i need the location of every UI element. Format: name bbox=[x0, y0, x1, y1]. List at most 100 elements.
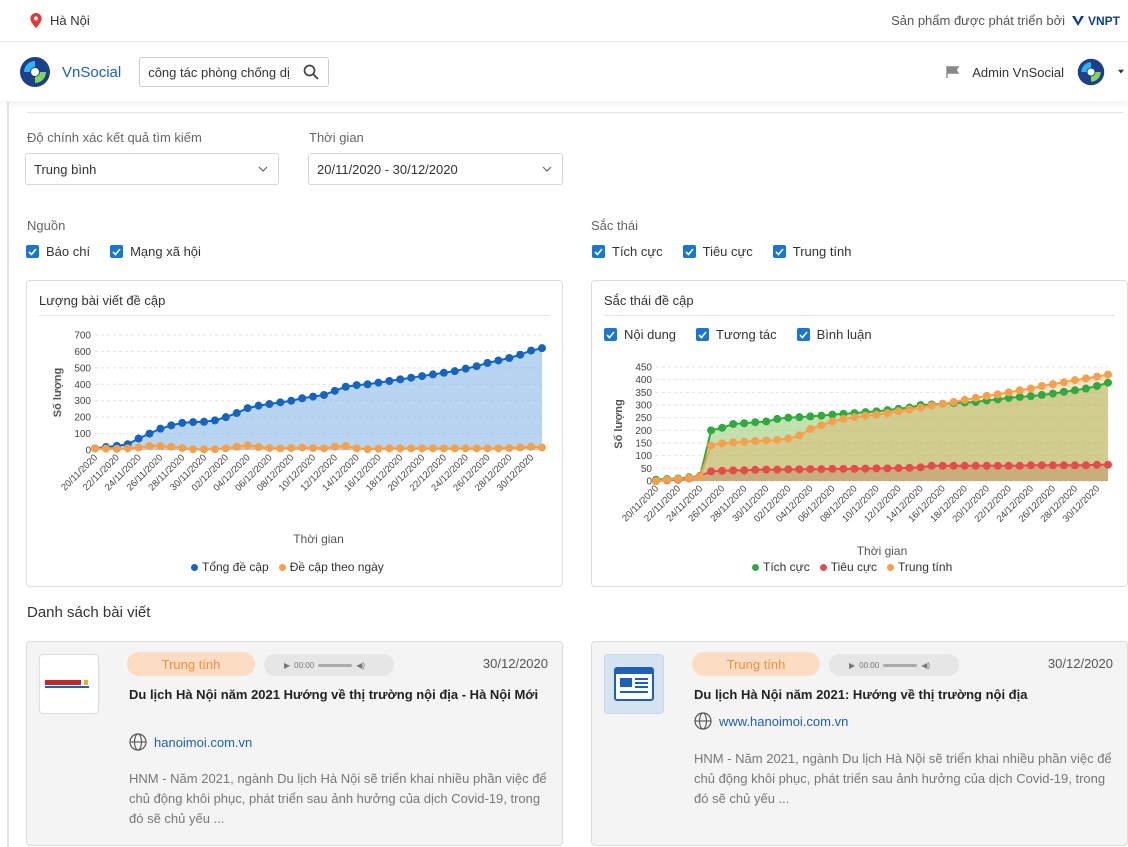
sentiment-label: Sắc thái bbox=[591, 218, 638, 233]
y-tick-label: 600 bbox=[74, 347, 91, 358]
data-point bbox=[696, 472, 705, 481]
data-point bbox=[993, 461, 1002, 470]
data-point bbox=[439, 368, 448, 377]
data-point bbox=[1015, 386, 1024, 395]
article-source[interactable]: hanoimoi.com.vn bbox=[129, 733, 252, 751]
data-point bbox=[861, 411, 870, 420]
panel-title: Lượng bài viết đề cập bbox=[39, 293, 166, 308]
legend-item[interactable]: Tiêu cực bbox=[819, 560, 877, 574]
chevron-down-icon[interactable] bbox=[1118, 69, 1124, 75]
sentiment-chart-filters: Nội dung Tương tác Bình luận bbox=[604, 327, 872, 342]
legend-item[interactable]: Trung tính bbox=[886, 560, 952, 574]
search-input[interactable] bbox=[148, 64, 304, 80]
data-point bbox=[363, 445, 372, 454]
article-thumbnail[interactable] bbox=[604, 654, 664, 714]
legend-item[interactable]: Tích cực bbox=[752, 560, 810, 574]
data-point bbox=[894, 407, 903, 416]
article-title[interactable]: Du lịch Hà Nội năm 2021 Hướng về thị trư… bbox=[129, 685, 539, 705]
volume-icon[interactable]: ◀) bbox=[921, 661, 930, 670]
data-point bbox=[773, 435, 782, 444]
article-source[interactable]: www.hanoimoi.com.vn bbox=[694, 712, 848, 730]
data-point bbox=[883, 464, 892, 473]
data-point bbox=[806, 465, 815, 474]
article-thumbnail[interactable] bbox=[39, 654, 99, 714]
data-point bbox=[1081, 384, 1090, 393]
data-point bbox=[784, 465, 793, 474]
legend-dot-icon bbox=[819, 564, 827, 572]
flag-icon[interactable] bbox=[946, 66, 960, 78]
y-tick-label: 100 bbox=[74, 429, 91, 440]
data-point bbox=[949, 397, 958, 406]
checkbox-trung-tinh[interactable]: Trung tính bbox=[772, 244, 852, 259]
brand-name[interactable]: VnSocial bbox=[62, 64, 121, 81]
data-point bbox=[762, 465, 771, 474]
y-tick-label: 400 bbox=[74, 380, 91, 391]
accuracy-select[interactable]: Trung bình bbox=[25, 153, 279, 185]
checkbox-mang-xa-hoi[interactable]: Mạng xã hội bbox=[110, 244, 201, 259]
data-point bbox=[1070, 461, 1079, 470]
data-point bbox=[298, 394, 307, 403]
data-point bbox=[134, 434, 143, 443]
article-card[interactable]: Trung tính ▶ 00:00 ◀) 30/12/2020 Du lịch… bbox=[591, 641, 1128, 846]
data-point bbox=[729, 420, 738, 428]
data-point bbox=[872, 410, 881, 419]
data-point bbox=[505, 354, 514, 362]
sentiment-legend: Tích cực Tiêu cực Trung tính bbox=[752, 560, 952, 574]
volume-icon[interactable]: ◀) bbox=[356, 661, 365, 670]
data-point bbox=[740, 419, 749, 428]
map-pin-icon bbox=[30, 13, 42, 28]
data-point bbox=[1048, 461, 1057, 470]
data-point bbox=[740, 466, 749, 475]
article-title[interactable]: Du lịch Hà Nội năm 2021: Hướng về thị tr… bbox=[694, 685, 1104, 705]
panel-divider bbox=[39, 315, 550, 316]
article-date: 30/12/2020 bbox=[1047, 656, 1113, 671]
data-point bbox=[385, 377, 394, 385]
checkbox-bao-chi[interactable]: Báo chí bbox=[26, 244, 90, 259]
data-point bbox=[428, 370, 437, 379]
vnsocial-logo-icon[interactable] bbox=[18, 55, 52, 89]
data-point bbox=[740, 437, 749, 446]
checkbox-binh-luan[interactable]: Bình luận bbox=[796, 327, 872, 342]
data-point bbox=[472, 444, 481, 453]
article-card[interactable]: Trung tính ▶ 00:00 ◀) 30/12/2020 Du lịch… bbox=[26, 641, 563, 846]
data-point bbox=[243, 404, 252, 413]
hanoimoi-logo-icon bbox=[44, 679, 94, 689]
checkbox-checked-icon bbox=[26, 245, 39, 258]
audio-player[interactable]: ▶ 00:00 ◀) bbox=[829, 654, 959, 676]
data-point bbox=[663, 475, 672, 484]
audio-progress-bar[interactable] bbox=[883, 663, 918, 667]
main-content: Độ chính xác kết quả tìm kiếm Trung bình… bbox=[9, 102, 1128, 847]
checkbox-tich-cuc[interactable]: Tích cực bbox=[592, 244, 663, 259]
data-point bbox=[341, 441, 350, 450]
data-point bbox=[1004, 388, 1013, 397]
legend-item[interactable]: Đề cập theo ngày bbox=[278, 560, 384, 574]
data-point bbox=[309, 392, 318, 401]
data-point bbox=[916, 403, 925, 412]
vnpt-logo[interactable]: VNPT bbox=[1071, 14, 1120, 28]
play-icon[interactable]: ▶ bbox=[284, 661, 290, 670]
user-name[interactable]: Admin VnSocial bbox=[972, 65, 1064, 80]
data-point bbox=[707, 426, 716, 435]
audio-progress-bar[interactable] bbox=[318, 663, 353, 667]
data-point bbox=[828, 464, 837, 473]
data-point bbox=[178, 444, 187, 453]
data-point bbox=[428, 444, 437, 453]
checkbox-label: Báo chí bbox=[46, 244, 91, 259]
panel-divider bbox=[604, 315, 1115, 316]
legend-item[interactable]: Tổng đề cập bbox=[191, 560, 269, 574]
data-point bbox=[1070, 386, 1079, 395]
location[interactable]: Hà Nội bbox=[30, 13, 90, 28]
play-icon[interactable]: ▶ bbox=[849, 661, 855, 670]
checkbox-label: Tích cực bbox=[612, 244, 663, 259]
time-range-select[interactable]: 20/11/2020 - 30/12/2020 bbox=[308, 153, 563, 185]
checkbox-tuong-tac[interactable]: Tương tác bbox=[696, 327, 777, 342]
location-label: Hà Nội bbox=[50, 13, 90, 28]
checkbox-noi-dung[interactable]: Nội dung bbox=[604, 327, 676, 342]
data-point bbox=[450, 367, 459, 376]
search-icon[interactable] bbox=[303, 64, 319, 80]
user-avatar-icon[interactable] bbox=[1076, 57, 1106, 87]
audio-player[interactable]: ▶ 00:00 ◀) bbox=[264, 654, 394, 676]
checkbox-tieu-cuc[interactable]: Tiêu cực bbox=[682, 244, 753, 259]
checkbox-label: Nội dung bbox=[624, 327, 677, 342]
data-point bbox=[210, 416, 219, 425]
